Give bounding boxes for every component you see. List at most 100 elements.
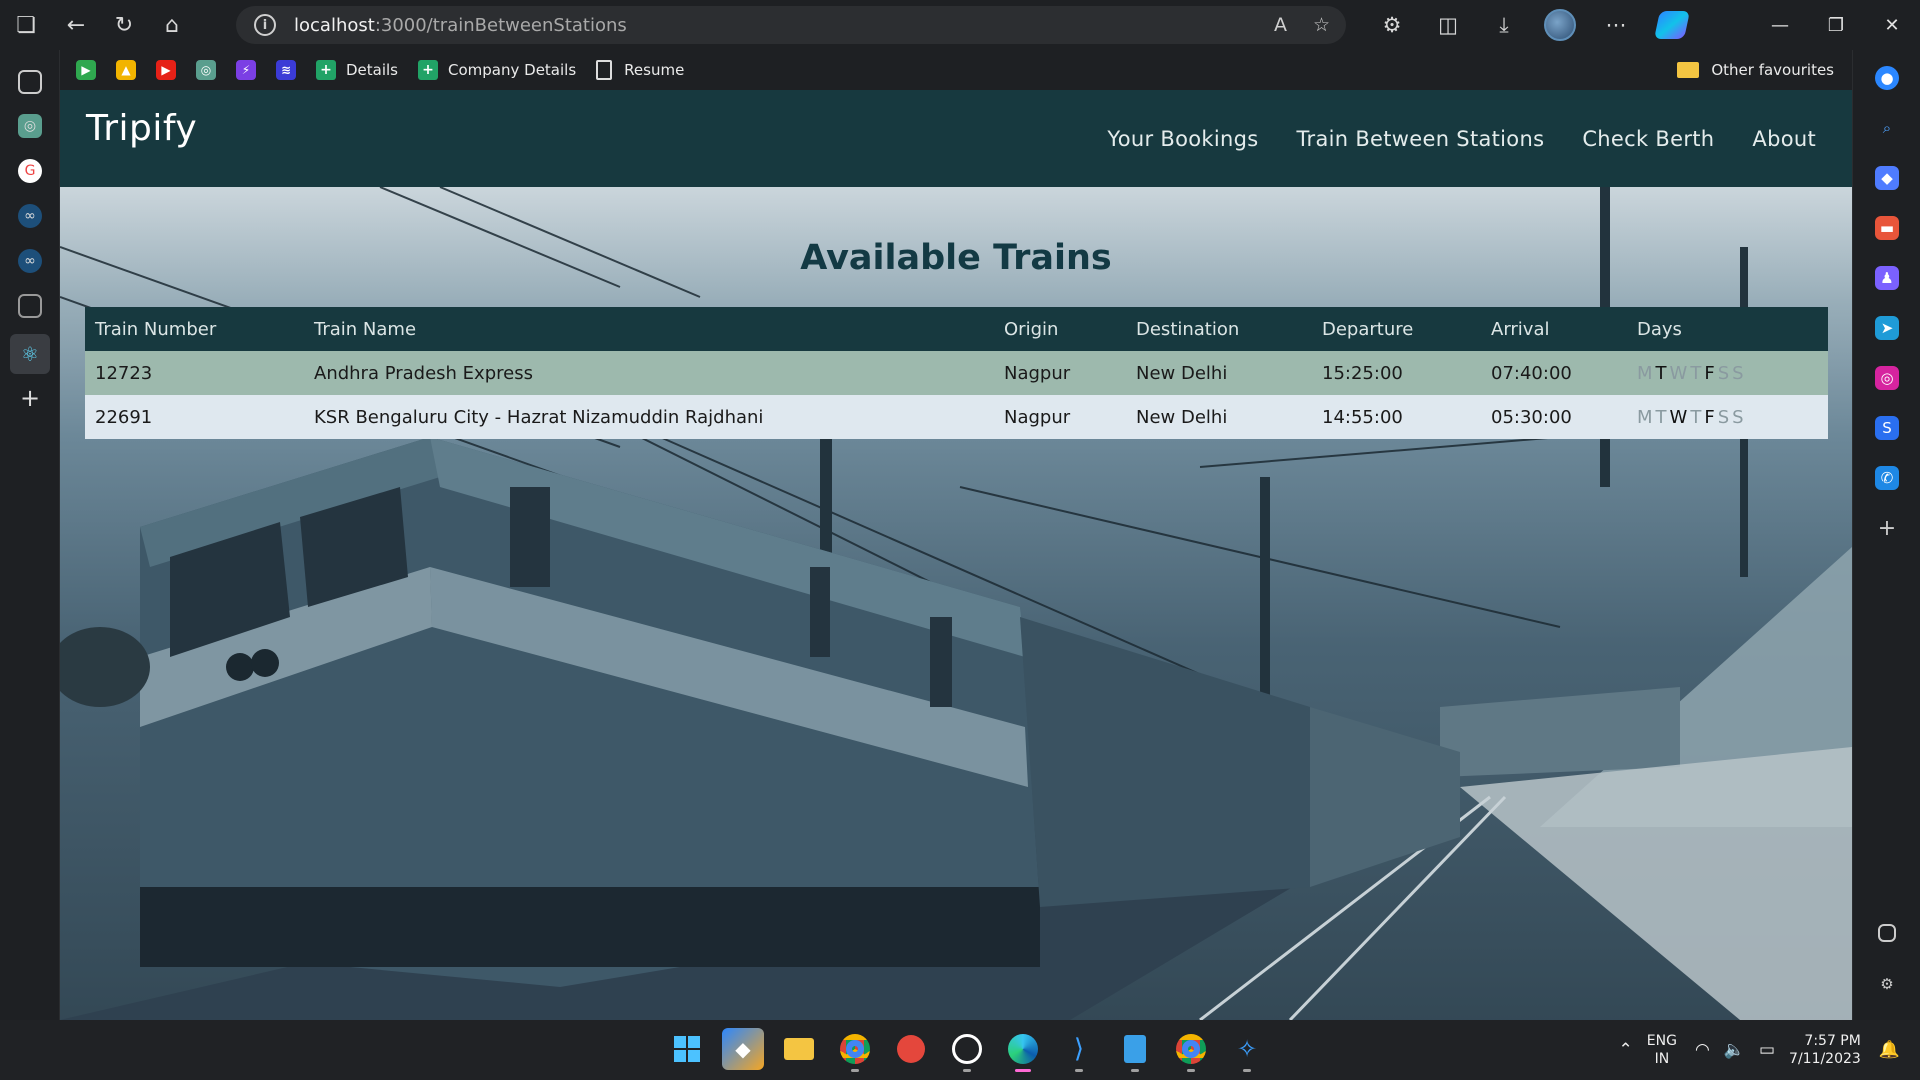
youtube-icon[interactable]: ▶ (156, 60, 176, 80)
drop-icon[interactable]: ➤ (1875, 316, 1899, 340)
page-title: Available Trains (800, 238, 1112, 278)
copilot-icon (1654, 11, 1690, 39)
instagram-icon[interactable]: ◎ (1875, 366, 1899, 390)
meet-icon[interactable]: ▶ (76, 60, 96, 80)
favorite-company-details[interactable]: + Company Details (418, 60, 576, 80)
favorite-details[interactable]: + Details (316, 60, 398, 80)
photos-icon[interactable]: ▲ (116, 60, 136, 80)
tab-site-icon[interactable]: ∞ (18, 204, 42, 228)
profile-button[interactable] (1532, 0, 1588, 50)
vscode-icon[interactable]: ⟩ (1058, 1028, 1100, 1072)
vpn-icon[interactable]: ≋ (276, 60, 296, 80)
day-indicator: F (1704, 362, 1715, 384)
copilot-app-icon[interactable]: ◆ (722, 1028, 764, 1070)
app-icon[interactable]: S (1875, 416, 1899, 440)
col-days: Days (1627, 307, 1828, 351)
chatgpt-icon[interactable]: ◎ (196, 60, 216, 80)
copilot-button[interactable] (1644, 0, 1700, 50)
day-indicator: T (1655, 362, 1667, 384)
edge-icon[interactable] (1002, 1028, 1044, 1072)
chrome-icon[interactable] (834, 1028, 876, 1072)
nav-train-between-stations[interactable]: Train Between Stations (1296, 127, 1544, 151)
workspaces-icon[interactable]: ❏ (0, 0, 52, 50)
tab-page-icon[interactable] (18, 294, 42, 318)
day-indicator: S (1732, 362, 1744, 384)
restore-button[interactable]: ❐ (1808, 0, 1864, 50)
browser-titlebar: ❏ ← ↻ ⌂ i localhost:3000/trainBetweenSta… (0, 0, 1920, 50)
downloads-icon[interactable]: ⤓ (1476, 0, 1532, 50)
notifications-icon[interactable]: ● (1875, 66, 1899, 90)
col-arrival: Arrival (1481, 307, 1627, 351)
phone-icon[interactable]: ✆ (1875, 466, 1899, 490)
new-tab-icon[interactable]: + (18, 384, 42, 412)
clock[interactable]: 7:57 PM 7/11/2023 (1789, 1032, 1861, 1068)
train-departure: 14:55:00 (1312, 395, 1481, 439)
day-indicator: S (1717, 406, 1730, 428)
chrome-icon[interactable] (1170, 1028, 1212, 1072)
more-menu-icon[interactable]: ⋯ (1588, 0, 1644, 50)
nav-about[interactable]: About (1752, 127, 1816, 151)
close-button[interactable]: ✕ (1864, 0, 1920, 50)
volume-icon[interactable]: 🔈 (1724, 1040, 1745, 1060)
col-origin: Origin (994, 307, 1126, 351)
back-button[interactable]: ← (52, 0, 100, 50)
other-favourites-label: Other favourites (1711, 61, 1834, 79)
home-button[interactable]: ⌂ (148, 0, 196, 50)
reload-button[interactable]: ↻ (100, 0, 148, 50)
shopping-icon[interactable]: ◆ (1875, 166, 1899, 190)
notepad-icon[interactable] (1114, 1028, 1156, 1072)
table-row[interactable]: 22691 KSR Bengaluru City - Hazrat Nizamu… (85, 395, 1828, 439)
site-info-icon[interactable]: i (254, 14, 276, 36)
train-origin: Nagpur (994, 351, 1126, 395)
tab-site-icon[interactable]: ∞ (18, 249, 42, 273)
battery-icon[interactable]: ▭ (1759, 1040, 1775, 1060)
train-name: Andhra Pradesh Express (304, 351, 994, 395)
url-host: localhost (294, 14, 375, 36)
tab-react-icon[interactable]: ⚛ (10, 334, 50, 374)
tab-google-icon[interactable]: G (18, 159, 42, 183)
wifi-icon[interactable]: ◠ (1695, 1040, 1710, 1060)
add-sidebar-app-icon[interactable]: + (1875, 516, 1899, 541)
mysql-icon[interactable]: ✧ (1226, 1028, 1268, 1072)
tab-chatgpt-icon[interactable]: ◎ (18, 114, 42, 138)
nav-check-berth[interactable]: Check Berth (1582, 127, 1714, 151)
train-departure: 15:25:00 (1312, 351, 1481, 395)
read-aloud-icon[interactable]: A (1274, 14, 1287, 36)
table-row[interactable]: 12723 Andhra Pradesh Express Nagpur New … (85, 351, 1828, 395)
day-indicator: W (1669, 406, 1688, 428)
git-icon[interactable] (890, 1028, 932, 1070)
day-indicator: T (1690, 362, 1702, 384)
day-indicator: T (1655, 406, 1667, 428)
settings-gear-icon[interactable]: ⚙ (1875, 972, 1899, 996)
favorite-resume[interactable]: Resume (596, 60, 684, 80)
document-icon (596, 60, 613, 80)
language-indicator[interactable]: ENG IN (1647, 1032, 1677, 1068)
split-screen-icon[interactable]: ◫ (1420, 0, 1476, 50)
tools-icon[interactable]: ▬ (1875, 216, 1899, 240)
lightning-icon[interactable]: ⚡ (236, 60, 256, 80)
games-icon[interactable]: ♟ (1875, 266, 1899, 290)
address-bar[interactable]: i localhost:3000/trainBetweenStations A … (236, 6, 1346, 44)
sheets-icon: + (418, 60, 439, 80)
site-brand-logo[interactable]: Tripify (86, 108, 197, 149)
minimize-button[interactable]: — (1752, 0, 1808, 50)
favorite-company-details-label: Company Details (448, 61, 577, 79)
start-button[interactable] (666, 1028, 708, 1070)
train-number: 22691 (85, 395, 304, 439)
other-favourites[interactable]: Other favourites (1677, 61, 1834, 79)
search-icon[interactable]: ⌕ (1875, 116, 1899, 140)
notification-bell-icon[interactable]: 🔔 (1879, 1040, 1900, 1060)
favorite-star-icon[interactable]: ☆ (1313, 14, 1330, 36)
train-days: MTWTFSS (1627, 395, 1828, 439)
tab-actions-icon[interactable] (18, 70, 42, 94)
extensions-icon[interactable]: ⚙ (1364, 0, 1420, 50)
file-explorer-icon[interactable] (778, 1028, 820, 1070)
chevron-up-icon[interactable]: ⌃ (1619, 1040, 1633, 1060)
hide-sidebar-icon[interactable] (1878, 924, 1896, 942)
windows-logo-icon (674, 1036, 700, 1062)
whatsapp-icon[interactable] (946, 1028, 988, 1072)
nav-your-bookings[interactable]: Your Bookings (1107, 127, 1258, 151)
edge-sidebar: ● ⌕ ◆ ▬ ♟ ➤ ◎ S ✆ + ⚙ (1852, 50, 1920, 1020)
folder-icon (1677, 62, 1700, 78)
day-indicator: M (1637, 406, 1653, 428)
